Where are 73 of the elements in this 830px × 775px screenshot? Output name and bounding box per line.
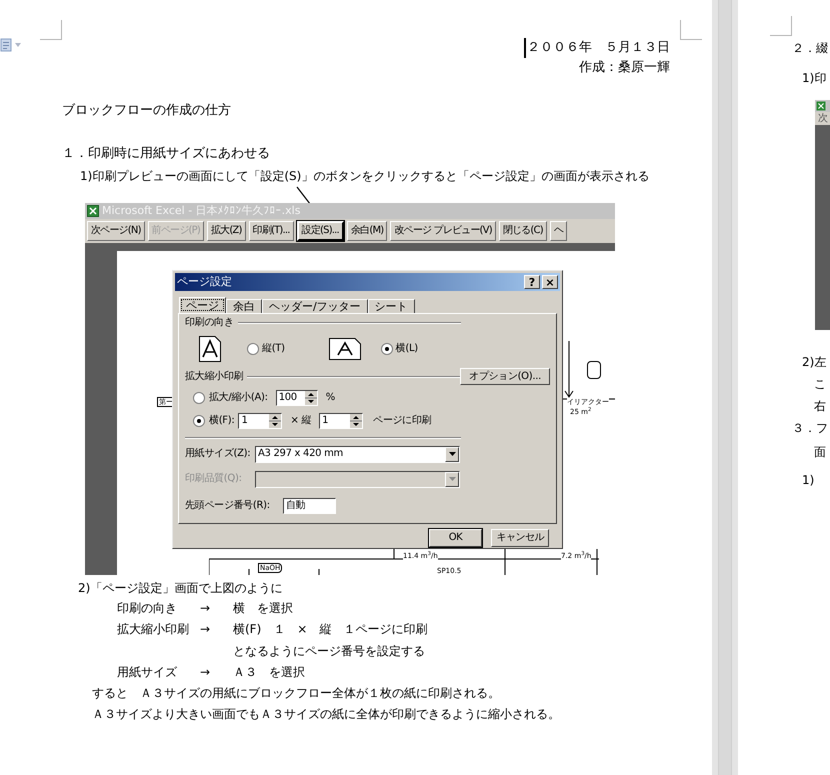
arrow-text: →	[200, 600, 212, 617]
radio-button[interactable]	[193, 392, 205, 404]
body-paragraph: 面	[814, 444, 827, 461]
group-label: 拡大縮小印刷	[185, 370, 244, 384]
close-button[interactable]: ×	[542, 275, 558, 289]
date-text: ２００６年 ５月１３日	[524, 38, 670, 58]
input-field[interactable]: 自動	[283, 498, 336, 514]
arrow-text: →	[200, 621, 212, 638]
dialog-tab[interactable]: ヘッダー/フッター	[262, 299, 368, 313]
field-label: × 縦	[290, 414, 312, 428]
step-text: 1)	[802, 472, 816, 489]
number-spinner[interactable]: 100	[276, 390, 318, 406]
radio-label: 拡大/縮小(A):	[209, 391, 268, 405]
radio-button[interactable]	[380, 343, 393, 355]
spreadsheet-icon	[87, 205, 99, 217]
field-label: ページに印刷	[373, 414, 432, 428]
radio-button[interactable]	[247, 343, 259, 355]
author-text: 作成：桑原一輝	[579, 59, 670, 77]
field-label: 用紙サイズ(Z):	[185, 447, 252, 461]
toolbar-button[interactable]: 改ページ プレビュー(V)	[390, 221, 496, 241]
field-label: 先頭ページ番号(R):	[185, 499, 271, 513]
field-label: 印刷品質(Q):	[185, 472, 243, 486]
section-heading: ３．フ	[792, 420, 829, 437]
toolbar-button[interactable]: 印刷(T)...	[248, 221, 294, 241]
dropdown[interactable]: A3 297 x 420 mm	[255, 446, 460, 462]
radio-button[interactable]	[193, 415, 205, 427]
body-paragraph: 右	[814, 398, 827, 415]
group-label: 印刷の向き	[185, 316, 234, 330]
toolbar-button[interactable]: 次ページ(N)	[87, 221, 145, 241]
page-orientation-icon	[328, 338, 361, 360]
cancel-button[interactable]: キャンセル	[491, 529, 549, 547]
margin-corner-mark	[40, 20, 62, 40]
step-text: 2)左	[802, 354, 828, 371]
setting-label: 用紙サイズ	[117, 664, 178, 681]
arrow-text: →	[200, 664, 212, 681]
step-text: 1)印	[802, 70, 828, 87]
setting-value: Ａ３ を選択	[233, 664, 305, 681]
setting-value: 横 を選択	[233, 600, 293, 617]
toolbar-button[interactable]: 拡大(Z)	[206, 221, 246, 241]
radio-label: 縦(T)	[262, 342, 285, 356]
section-heading: １．印刷時に用紙サイズにあわせる	[62, 145, 271, 163]
document-title: ブロックフローの作成の仕方	[62, 102, 232, 120]
radio-label: 横(L)	[396, 342, 418, 356]
dialog-tab[interactable]: シート	[368, 299, 415, 313]
margin-corner-mark	[770, 16, 792, 36]
body-paragraph: すると Ａ３サイズの用紙にブロックフロー全体が１枚の紙に印刷される。	[92, 685, 501, 702]
toolbar-button[interactable]: 余白(M)	[346, 221, 388, 241]
unit-label: %	[326, 391, 335, 405]
dialog-tab[interactable]: 余白	[226, 299, 262, 313]
number-spinner[interactable]: 1	[238, 413, 282, 429]
page-orientation-icon	[199, 336, 221, 362]
setting-label: 印刷の向き	[117, 600, 178, 617]
help-button[interactable]: ?	[524, 275, 540, 289]
ok-button[interactable]: OK	[429, 529, 482, 547]
number-spinner[interactable]: 1	[319, 413, 364, 429]
dialog-tab[interactable]: ページ	[179, 297, 226, 313]
spreadsheet-icon	[816, 101, 826, 111]
margin-corner-mark	[680, 20, 702, 40]
setting-label: 拡大縮小印刷	[117, 621, 190, 638]
setting-note: となるようにページ番号を設定する	[233, 643, 426, 660]
body-paragraph: こ	[814, 376, 827, 393]
setting-value: 横(F) １ × 縦 １ページに印刷	[233, 621, 428, 638]
diagram-node-icon	[587, 361, 601, 379]
options-button[interactable]: オプション(O)...	[460, 368, 550, 385]
step-text: 1)印刷プレビューの画面にして「設定(S)」のボタンをクリックすると「ページ設定」の画面が表示される	[80, 168, 650, 185]
body-paragraph: Ａ３サイズより大きい画面でもＡ３サイズの紙に全体が印刷できるように縮小される。	[92, 706, 561, 723]
dialog-title: ページ設定	[177, 275, 232, 289]
step-text: 2)「ページ設定」画面で上図のように	[78, 580, 284, 597]
toolbar-button[interactable]: 設定(S)...	[296, 221, 344, 241]
radio-label: 横(F):	[209, 414, 234, 428]
toolbar-button[interactable]: 閉じる(C)	[498, 221, 547, 241]
toolbar-button[interactable]: ヘ	[550, 221, 568, 241]
section-heading: ２．綴	[792, 40, 829, 57]
